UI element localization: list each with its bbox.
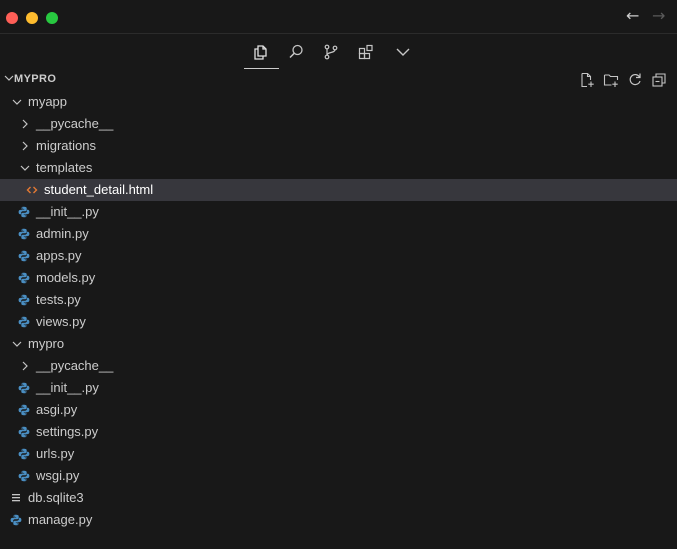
tree-folder-mypro[interactable]: mypro [0,333,677,355]
tree-folder-pycache[interactable]: __pycache__ [0,113,677,135]
python-file-icon [18,206,30,218]
folder-label: templates [36,160,93,175]
file-label: wsgi.py [36,468,80,483]
source-control-icon[interactable] [322,43,340,61]
file-label: student_detail.html [44,182,154,197]
chevron-right-icon [19,360,31,372]
tree-file-views[interactable]: views.py [0,311,677,333]
python-file-icon [18,272,30,284]
chevron-right-icon [19,140,31,152]
python-file-icon [18,250,30,262]
html-file-icon [26,184,38,196]
tree-file-db[interactable]: db.sqlite3 [0,487,677,509]
folder-label: __pycache__ [36,116,114,131]
file-label: models.py [36,270,96,285]
python-file-icon [18,470,30,482]
minimize-window-button[interactable] [26,12,38,24]
file-label: apps.py [36,248,82,263]
tree-folder-migrations[interactable]: migrations [0,135,677,157]
title-bar: ← → [0,0,677,34]
file-label: settings.py [36,424,99,439]
forward-arrow-icon[interactable]: → [652,8,665,24]
tree-file-urls[interactable]: urls.py [0,443,677,465]
explorer-icon[interactable] [252,43,270,61]
search-icon[interactable] [287,43,305,61]
database-file-icon [10,492,22,504]
tree-file-init[interactable]: __init__.py [0,377,677,399]
tree-file-asgi[interactable]: asgi.py [0,399,677,421]
tree-file-init[interactable]: __init__.py [0,201,677,223]
maximize-window-button[interactable] [46,12,58,24]
chevron-down-icon [11,338,23,350]
tree-file-admin[interactable]: admin.py [0,223,677,245]
file-label: __init__.py [36,380,99,395]
chevron-down-icon [19,162,31,174]
python-file-icon [10,514,22,526]
python-file-icon [18,404,30,416]
explorer-section-header[interactable]: MYPRO [0,69,677,91]
folder-label: migrations [36,138,96,153]
folder-label: myapp [28,94,68,109]
python-file-icon [18,382,30,394]
file-label: __init__.py [36,204,99,219]
file-label: tests.py [36,292,81,307]
python-file-icon [18,228,30,240]
new-file-icon[interactable] [579,72,595,88]
tree-file-settings[interactable]: settings.py [0,421,677,443]
file-tree: myapp __pycache__ migrations templates s… [0,91,677,531]
folder-label: mypro [28,336,65,351]
chevron-down-icon [11,96,23,108]
folder-label: __pycache__ [36,358,114,373]
tree-file-wsgi[interactable]: wsgi.py [0,465,677,487]
refresh-icon[interactable] [627,72,643,88]
extensions-icon[interactable] [357,43,375,61]
section-title: MYPRO [14,73,57,85]
python-file-icon [18,426,30,438]
tree-folder-templates[interactable]: templates [0,157,677,179]
new-folder-icon[interactable] [603,72,619,88]
tree-file-apps[interactable]: apps.py [0,245,677,267]
view-switcher [0,35,677,69]
tree-folder-myapp[interactable]: myapp [0,91,677,113]
file-label: urls.py [36,446,75,461]
tree-file-models[interactable]: models.py [0,267,677,289]
tree-folder-pycache[interactable]: __pycache__ [0,355,677,377]
file-label: admin.py [36,226,89,241]
python-file-icon [18,294,30,306]
tree-file-student-detail[interactable]: student_detail.html [0,179,677,201]
tree-file-manage[interactable]: manage.py [0,509,677,531]
tree-file-tests[interactable]: tests.py [0,289,677,311]
file-label: db.sqlite3 [28,490,84,505]
python-file-icon [18,316,30,328]
close-window-button[interactable] [6,12,18,24]
file-label: views.py [36,314,86,329]
file-label: manage.py [28,512,93,527]
back-arrow-icon[interactable]: ← [626,8,639,24]
chevron-right-icon [19,118,31,130]
python-file-icon [18,448,30,460]
file-label: asgi.py [36,402,78,417]
chevron-down-icon[interactable] [394,43,412,61]
collapse-all-icon[interactable] [651,72,667,88]
